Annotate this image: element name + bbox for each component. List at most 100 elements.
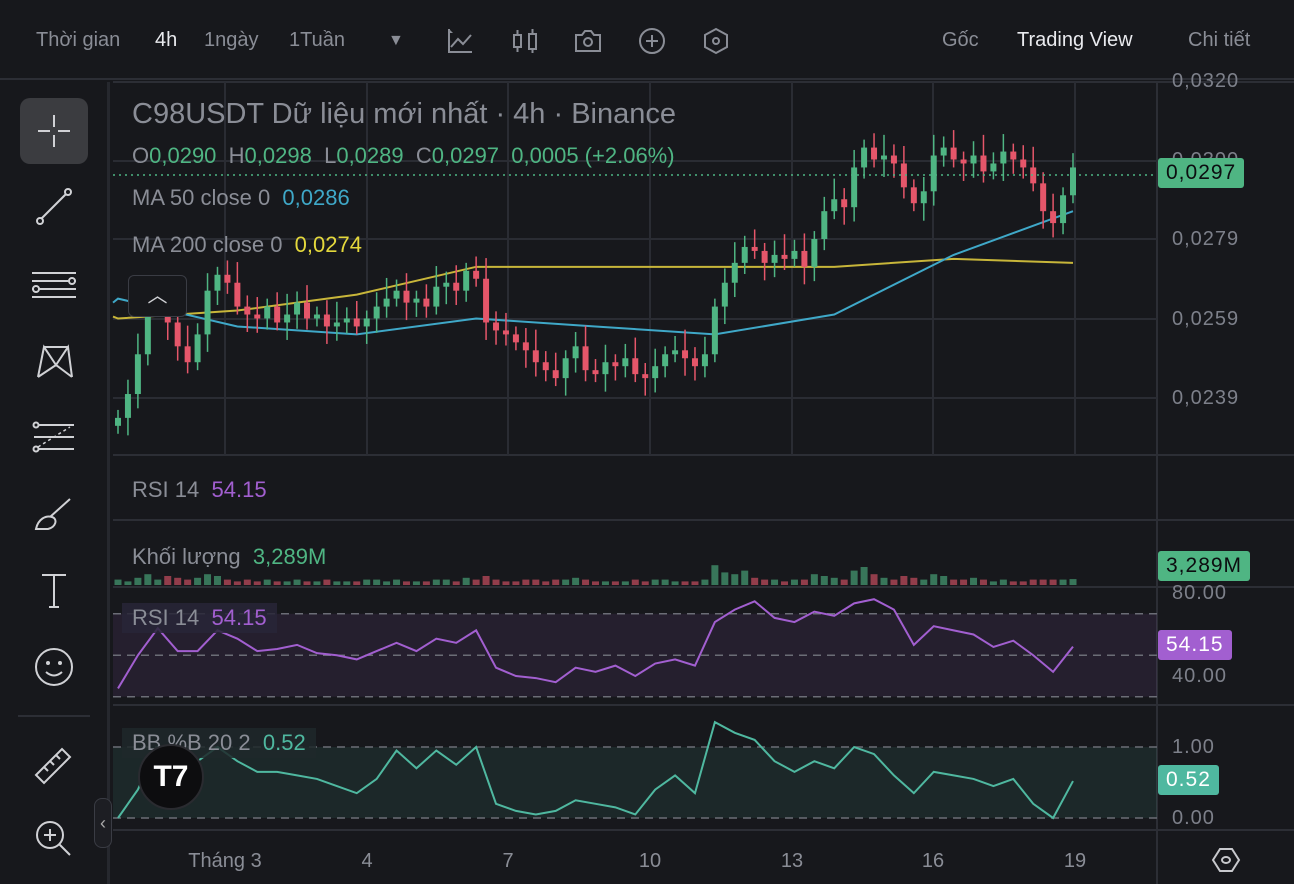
candle-body bbox=[622, 358, 629, 367]
open-label: O bbox=[132, 143, 150, 168]
volume-bar bbox=[442, 579, 450, 585]
time-label: 4 bbox=[361, 850, 373, 872]
candle-body bbox=[880, 155, 887, 160]
volume-bar bbox=[691, 581, 699, 585]
candle-body bbox=[343, 318, 350, 323]
candle-body bbox=[204, 290, 211, 335]
candle-body bbox=[184, 346, 191, 363]
volume-bar bbox=[303, 581, 311, 585]
candle-body bbox=[572, 346, 579, 359]
candle-body bbox=[612, 362, 619, 367]
volume-bar bbox=[1009, 581, 1017, 585]
candle-body bbox=[602, 362, 609, 375]
volume-bar bbox=[790, 579, 798, 585]
candle-body bbox=[751, 246, 758, 251]
current-rsi-tag: 54.15 bbox=[1158, 630, 1232, 660]
candle-body bbox=[980, 155, 987, 172]
rsi-label: RSI 14 bbox=[132, 605, 200, 630]
price-tick: 0,0279 bbox=[1172, 228, 1240, 250]
volume-bar bbox=[144, 574, 152, 585]
tradingview-logo[interactable]: T7 bbox=[138, 744, 204, 810]
volume-bar bbox=[999, 579, 1007, 585]
volume-bar bbox=[432, 579, 440, 585]
bb-value: 0.52 bbox=[262, 730, 306, 755]
volume-bar bbox=[930, 574, 938, 585]
candle-body bbox=[323, 314, 330, 327]
volume-bar bbox=[582, 579, 590, 585]
candle-body bbox=[801, 250, 808, 267]
volume-bar bbox=[950, 579, 958, 585]
volume-bar bbox=[900, 576, 908, 585]
volume-bar bbox=[154, 579, 162, 585]
close-value: 0,0297 bbox=[431, 143, 500, 168]
candle-body bbox=[811, 239, 818, 267]
collapse-legend-button[interactable]: ︿ bbox=[128, 275, 187, 317]
candle-body bbox=[672, 350, 679, 355]
candle-body bbox=[791, 250, 798, 259]
volume-bar bbox=[1049, 579, 1057, 585]
candle-body bbox=[711, 306, 718, 355]
volume-bar bbox=[253, 581, 261, 585]
ohlc-legend: O0,0290 H0,0298 L0,0289 C0,0297 0,0005 (… bbox=[132, 143, 675, 169]
volume-bar bbox=[920, 579, 928, 585]
ma50-value: 0,0286 bbox=[282, 185, 350, 210]
volume-bar bbox=[1019, 581, 1027, 585]
price-tick: 0,0239 bbox=[1172, 387, 1240, 409]
candle-body bbox=[691, 358, 698, 367]
volume-bar bbox=[671, 581, 679, 585]
candle-body bbox=[701, 354, 708, 367]
volume-bar bbox=[890, 579, 898, 585]
time-label: Tháng 3 bbox=[188, 850, 262, 872]
volume-bar bbox=[721, 572, 729, 585]
candle-body bbox=[423, 298, 430, 307]
volume-bar bbox=[422, 581, 430, 585]
volume-bar bbox=[512, 581, 520, 585]
candle-body bbox=[512, 334, 519, 343]
candle-body bbox=[1040, 183, 1047, 212]
volume-bar bbox=[243, 579, 251, 585]
volume-bar bbox=[1029, 579, 1037, 585]
volume-bar bbox=[263, 579, 271, 585]
volume-bar bbox=[502, 581, 510, 585]
chart-settings-icon[interactable] bbox=[1210, 846, 1242, 874]
volume-bar bbox=[373, 579, 381, 585]
candle-body bbox=[254, 314, 261, 319]
volume-bar bbox=[323, 579, 331, 585]
volume-bar bbox=[134, 577, 142, 585]
volume-bar bbox=[940, 576, 948, 585]
candle-body bbox=[642, 374, 649, 379]
candle-body bbox=[831, 199, 838, 212]
candle-body bbox=[970, 155, 977, 164]
candle-body bbox=[731, 262, 738, 283]
volume-bar bbox=[233, 581, 241, 585]
candle-body bbox=[562, 358, 569, 379]
volume-bar bbox=[741, 570, 749, 585]
candle-body bbox=[304, 302, 311, 319]
volume-bar bbox=[631, 579, 639, 585]
volume-bar bbox=[164, 576, 172, 585]
time-label: 7 bbox=[502, 850, 514, 872]
bb-tick: 1.00 bbox=[1172, 736, 1215, 758]
volume-bar bbox=[830, 577, 838, 585]
volume-label: Khối lượng bbox=[132, 544, 241, 569]
volume-bar bbox=[979, 579, 987, 585]
volume-bar bbox=[592, 581, 599, 585]
volume-bar bbox=[313, 581, 321, 585]
volume-bar bbox=[880, 577, 888, 585]
candle-body bbox=[294, 302, 301, 315]
candle-body bbox=[224, 274, 231, 283]
candle-body bbox=[403, 290, 410, 303]
volume-bar bbox=[462, 577, 470, 585]
chart-title: C98USDT Dữ liệu mới nhất · 4h · Binance bbox=[132, 98, 677, 130]
volume-bar bbox=[761, 579, 769, 585]
volume-bar bbox=[840, 579, 848, 585]
volume-bar bbox=[641, 581, 649, 585]
candle-body bbox=[522, 342, 529, 351]
open-value: 0,0290 bbox=[149, 143, 217, 168]
candle-body bbox=[433, 286, 440, 307]
volume-bar bbox=[283, 581, 291, 585]
candle-body bbox=[960, 159, 967, 164]
volume-bar bbox=[621, 581, 629, 585]
candle-body bbox=[990, 163, 997, 172]
volume-bar bbox=[781, 581, 789, 585]
